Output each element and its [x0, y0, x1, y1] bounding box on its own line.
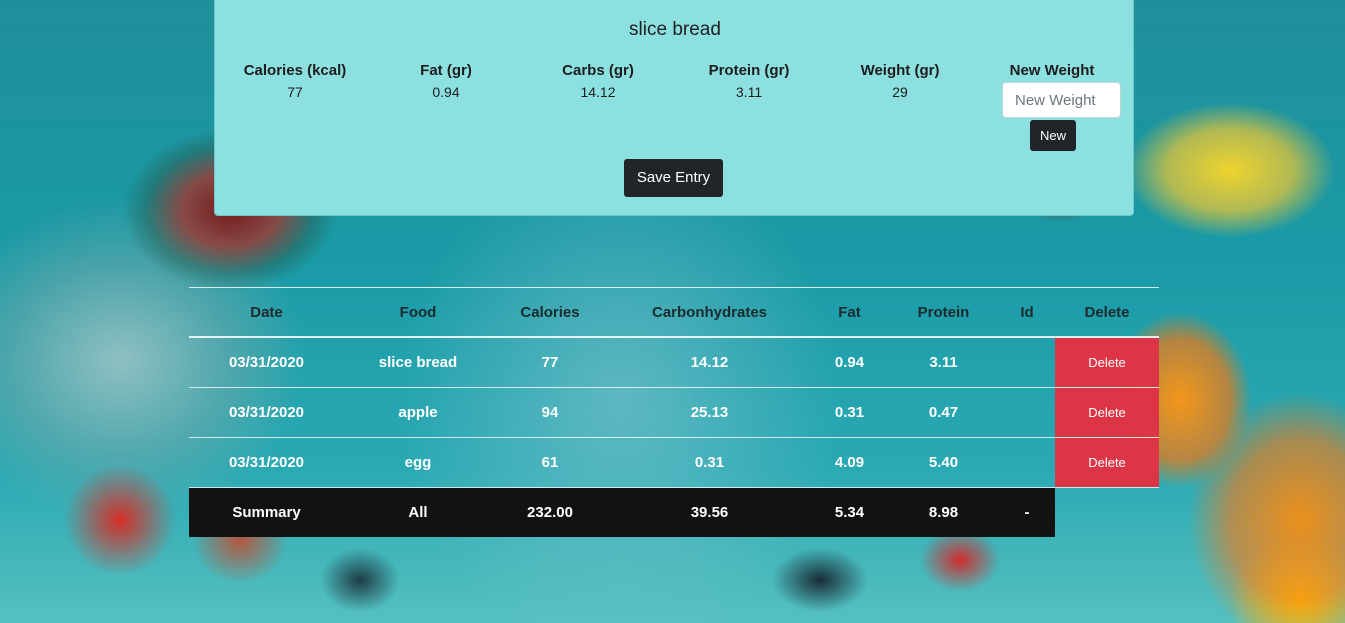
weight-label: Weight (gr) [860, 62, 940, 79]
summary-label: Summary [232, 504, 301, 521]
row-date: 03/31/2020 [228, 404, 305, 421]
fat-label: Fat (gr) [420, 62, 472, 79]
fat-value: 0.94 [432, 84, 460, 100]
row-date: 03/31/2020 [228, 354, 305, 371]
row-calories: 94 [541, 404, 559, 421]
food-name-title: slice bread [629, 19, 721, 40]
food-log-table: Date Food Calories Carbonhydrates Fat Pr… [189, 287, 1159, 537]
protein-value: 3.11 [735, 84, 763, 100]
header-carbohydrates: Carbonhydrates [651, 303, 768, 321]
summary-carbohydrates: 39.56 [690, 504, 729, 521]
header-calories: Calories [520, 303, 580, 321]
header-id: Id [1020, 303, 1034, 321]
summary-protein: 8.98 [928, 504, 959, 521]
header-food: Food [399, 303, 437, 321]
row-fat: 0.94 [834, 354, 865, 371]
row-fat: 4.09 [834, 454, 865, 471]
weight-stat: Weight (gr) 29 [825, 62, 975, 100]
calories-label: Calories (kcal) [243, 62, 347, 79]
row-food: slice bread [378, 354, 458, 371]
row-calories: 61 [541, 454, 559, 471]
row-calories: 77 [541, 354, 559, 371]
row-carbohydrates: 25.13 [690, 404, 729, 421]
row-protein: 0.47 [928, 404, 959, 421]
new-weight-input[interactable] [1002, 82, 1121, 118]
row-protein: 5.40 [928, 454, 959, 471]
table-row: 03/31/2020 egg 61 0.31 4.09 5.40 Delete [189, 438, 1159, 488]
new-weight-label: New Weight [1009, 62, 1095, 79]
summary-id: - [1024, 504, 1030, 521]
calories-value: 77 [287, 84, 303, 100]
fat-stat: Fat (gr) 0.94 [371, 62, 521, 100]
header-delete: Delete [1084, 303, 1130, 321]
header-date: Date [250, 303, 283, 321]
protein-label: Protein (gr) [708, 62, 790, 79]
carbs-stat: Carbs (gr) 14.12 [523, 62, 673, 100]
row-id [999, 388, 1055, 437]
delete-button[interactable]: Delete [1055, 438, 1159, 487]
row-food: egg [404, 454, 432, 471]
summary-row: Summary All 232.00 39.56 5.34 8.98 - [189, 488, 1055, 537]
row-fat: 0.31 [834, 404, 865, 421]
row-id [999, 438, 1055, 487]
row-protein: 3.11 [929, 354, 958, 371]
delete-button[interactable]: Delete [1055, 388, 1159, 437]
summary-fat: 5.34 [834, 504, 865, 521]
header-protein: Protein [917, 303, 970, 321]
row-carbohydrates: 0.31 [694, 454, 725, 471]
table-header-row: Date Food Calories Carbonhydrates Fat Pr… [189, 288, 1159, 338]
new-weight-button[interactable]: New [1030, 120, 1076, 151]
row-date: 03/31/2020 [228, 454, 305, 471]
save-entry-button[interactable]: Save Entry [624, 159, 723, 197]
carbs-label: Carbs (gr) [562, 62, 634, 79]
delete-button[interactable]: Delete [1055, 338, 1159, 387]
calories-stat: Calories (kcal) 77 [220, 62, 370, 100]
summary-calories: 232.00 [527, 504, 573, 521]
header-fat: Fat [838, 303, 861, 321]
table-row: 03/31/2020 apple 94 25.13 0.31 0.47 Dele… [189, 388, 1159, 438]
table-row: 03/31/2020 slice bread 77 14.12 0.94 3.1… [189, 338, 1159, 388]
row-carbohydrates: 14.12 [690, 354, 729, 371]
protein-stat: Protein (gr) 3.11 [674, 62, 824, 100]
summary-food: All [408, 504, 428, 521]
carbs-value: 14.12 [580, 84, 616, 100]
new-weight-stat: New Weight [977, 62, 1127, 79]
row-food: apple [398, 404, 438, 421]
food-entry-card: slice bread Calories (kcal) 77 Fat (gr) … [214, 0, 1134, 216]
weight-value: 29 [892, 84, 908, 100]
row-id [999, 338, 1055, 387]
